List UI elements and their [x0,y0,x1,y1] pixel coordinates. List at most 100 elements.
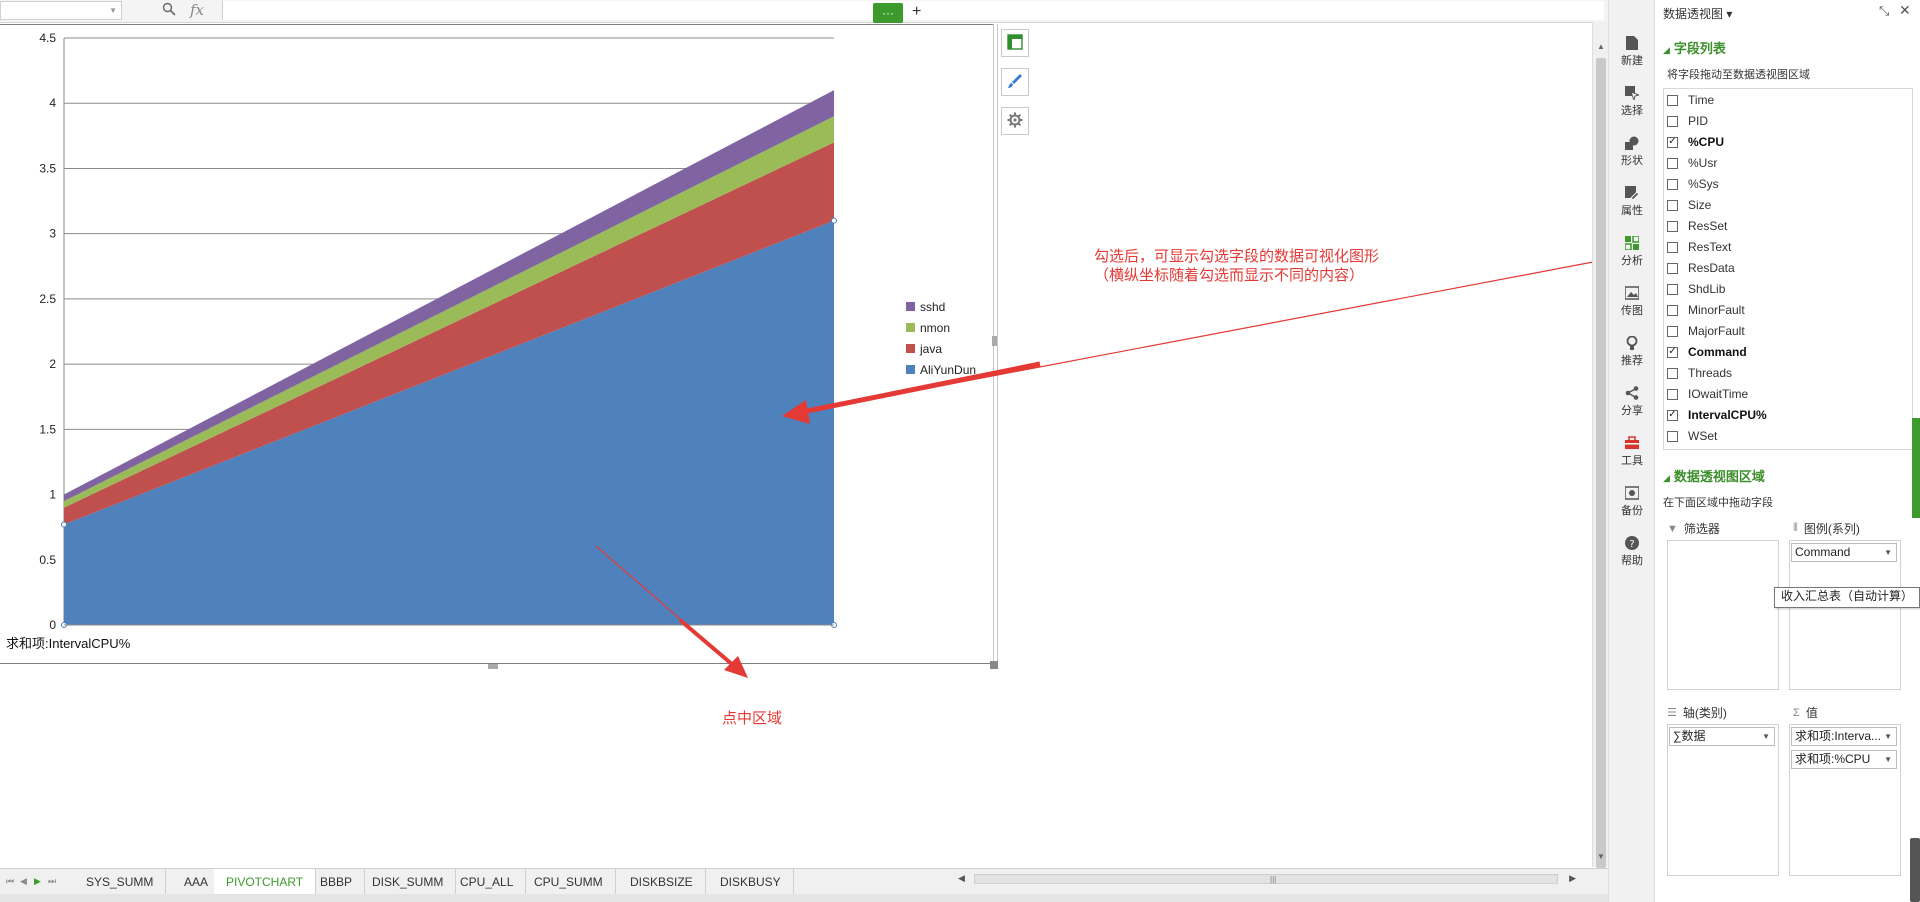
chevron-down-icon[interactable]: ▼ [1884,728,1892,745]
last-sheet-icon[interactable]: ⏭ [48,876,56,887]
field-checkbox[interactable] [1667,283,1678,295]
field-row[interactable]: ✓ IntervalCPU% [1667,406,1767,424]
field-checkbox[interactable] [1667,178,1678,190]
field-checkbox[interactable] [1667,325,1678,337]
field-row[interactable]: %Usr [1667,154,1717,172]
sheet-tab[interactable]: DISKBSIZE [618,869,706,895]
value-field-pill[interactable]: 求和项:Interva... ▼ [1791,727,1897,746]
field-checkbox[interactable] [1667,94,1678,106]
value-field-label[interactable]: 求和项:IntervalCPU% [6,633,130,652]
field-row[interactable]: MinorFault [1667,301,1745,319]
horizontal-scrollbar[interactable]: ◀ ||| ▶ [956,872,1578,886]
sheet-tab[interactable]: DISKBUSY [708,869,794,895]
value-field-pill[interactable]: 求和项:%CPU ▼ [1791,750,1897,769]
add-sheet-button[interactable]: + [912,3,921,21]
scroll-right-icon[interactable]: ▶ [1569,873,1576,884]
first-sheet-icon[interactable]: ⏮ [6,876,14,887]
scroll-left-icon[interactable]: ◀ [958,873,965,884]
selection-handle[interactable] [831,217,837,224]
scroll-thumb[interactable] [1596,58,1606,868]
close-icon[interactable]: ✕ [1899,2,1911,19]
area-series-aliyundun[interactable] [64,220,834,625]
field-checkbox[interactable] [1667,157,1678,169]
panel-collapse-handle[interactable] [1912,418,1920,518]
chart-filter-button[interactable] [1001,107,1029,135]
field-row[interactable]: ResData [1667,259,1735,277]
more-sheets-button[interactable]: ··· [873,3,903,23]
resize-handle-right[interactable] [992,336,997,346]
pin-icon[interactable]: ⤡ [1879,3,1889,19]
pivot-area-header[interactable]: ◢ 数据透视图区域 [1663,466,1765,485]
scroll-track[interactable]: ||| [974,874,1558,884]
selection-handle[interactable] [61,521,67,528]
name-box[interactable]: ▼ [0,1,122,20]
rail-toolbox[interactable]: 工具 [1609,436,1655,468]
sheet-tab[interactable]: BBBP [308,869,366,895]
collapse-arrow-icon[interactable]: ◢ [1663,45,1670,55]
rail-share[interactable]: 分享 [1609,386,1655,418]
chart-elements-button[interactable] [1001,29,1029,57]
scroll-up-icon[interactable]: ▲ [1597,42,1605,51]
rail-backup[interactable]: 备份 [1609,486,1655,518]
collapse-arrow-icon[interactable]: ◢ [1663,473,1670,483]
field-row[interactable]: WSet [1667,427,1717,445]
field-row[interactable]: ✓ %CPU [1667,133,1724,151]
pivot-chart[interactable]: 0 0.5 1 1.5 2 2.5 3 3.5 4 4.5 sshd nmon java AliYunDu… [0,24,990,664]
chevron-down-icon[interactable]: ▼ [1762,728,1770,745]
resize-handle-corner[interactable] [990,661,998,669]
panel-title[interactable]: 数据透视图 ▾ [1663,5,1732,22]
field-row[interactable]: ✓ Command [1667,343,1747,361]
chart-style-button[interactable] [1001,68,1029,96]
field-row[interactable]: MajorFault [1667,322,1745,340]
chevron-down-icon[interactable]: ▼ [1884,544,1892,561]
fx-icon[interactable]: fx [190,1,204,19]
field-checkbox[interactable]: ✓ [1667,409,1678,421]
legend-field-pill[interactable]: Command ▼ [1791,543,1897,562]
field-row[interactable]: ResText [1667,238,1731,256]
field-checkbox[interactable] [1667,388,1678,400]
scroll-down-icon[interactable]: ▼ [1597,852,1605,861]
axis-drop-zone[interactable] [1667,724,1779,876]
field-checkbox[interactable] [1667,115,1678,127]
next-sheet-icon[interactable]: ▶ [34,876,41,887]
field-checkbox[interactable] [1667,430,1678,442]
sheet-tab[interactable]: PIVOTCHART [214,869,317,895]
panel-scroll-handle[interactable] [1910,838,1920,902]
field-row[interactable]: PID [1667,112,1708,130]
field-checkbox[interactable]: ✓ [1667,346,1678,358]
sheet-tab[interactable]: DISK_SUMM [360,869,457,895]
rail-help[interactable]: ? 帮助 [1609,536,1655,568]
rail-properties[interactable]: 属性 [1609,186,1655,218]
field-checkbox[interactable] [1667,220,1678,232]
field-row[interactable]: ResSet [1667,217,1727,235]
field-list-header[interactable]: ◢ 字段列表 [1663,38,1726,57]
field-row[interactable]: Threads [1667,364,1732,382]
prev-sheet-icon[interactable]: ◀ [20,876,27,887]
sheet-tab[interactable]: CPU_ALL [448,869,527,895]
values-drop-zone[interactable] [1789,724,1901,876]
field-row[interactable]: ShdLib [1667,280,1725,298]
sheet-tab[interactable]: SYS_SUMM [74,869,167,895]
rail-select[interactable]: 选择 [1609,86,1655,118]
vertical-scrollbar[interactable]: ▲ ▼ [1592,22,1609,868]
rail-analysis[interactable]: 分析 [1609,235,1655,268]
field-row[interactable]: Time [1667,91,1714,109]
field-checkbox[interactable] [1667,199,1678,211]
chevron-down-icon[interactable]: ▼ [109,6,117,15]
field-checkbox[interactable]: ✓ [1667,136,1678,148]
field-row[interactable]: %Sys [1667,175,1719,193]
field-checkbox[interactable] [1667,241,1678,253]
rail-new[interactable]: 新建 [1609,36,1655,68]
chevron-down-icon[interactable]: ▼ [1884,751,1892,768]
rail-recommend[interactable]: 推荐 [1609,335,1655,368]
axis-field-pill[interactable]: ∑数据 ▼ [1669,727,1775,746]
legend-drop-zone[interactable] [1789,540,1901,690]
scroll-grip-icon[interactable]: ||| [1270,875,1276,884]
zoom-icon[interactable] [162,2,176,19]
field-row[interactable]: IOwaitTime [1667,385,1748,403]
sheet-tab[interactable]: CPU_SUMM [522,869,616,895]
rail-upload-image[interactable]: 传图 [1609,286,1655,318]
resize-handle-bottom[interactable] [488,664,498,669]
rail-shape[interactable]: 形状 [1609,136,1655,168]
filter-drop-zone[interactable] [1667,540,1779,690]
